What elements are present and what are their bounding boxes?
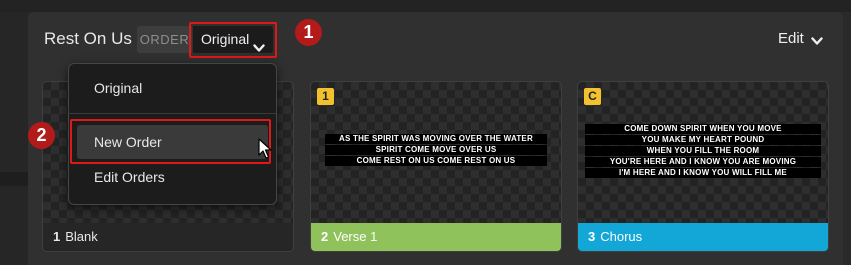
slide-tag: C [584,88,601,105]
chevron-down-icon [811,33,823,50]
slide-thumbnail-chorus[interactable]: C COME DOWN SPIRIT WHEN YOU MOVE YOU MAK… [577,81,829,252]
slide-footer: 1 Blank [43,223,293,251]
step-badge-1: 1 [295,19,322,46]
highlight-box-new-order [70,119,271,164]
lyric-line: SPIRIT COME MOVE OVER US [325,145,547,155]
left-strip-bar [0,172,28,186]
slide-thumbnail-verse-1[interactable]: 1 AS THE SPIRIT WAS MOVING OVER THE WATE… [310,81,562,252]
menu-item-edit-orders[interactable]: Edit Orders [69,162,276,192]
mouse-cursor-icon [258,138,272,165]
slide-lyrics: AS THE SPIRIT WAS MOVING OVER THE WATER … [311,134,561,167]
slide-label: Verse 1 [333,229,378,244]
order-label: ORDER [137,26,192,53]
slide-tag: 1 [317,88,334,105]
slide-number: 1 [53,229,61,244]
edit-label: Edit [778,30,804,47]
highlight-box-order [189,22,277,58]
lyric-line: YOU MAKE MY HEART POUND [585,135,821,145]
top-band [0,0,851,12]
slide-footer: 3 Chorus [578,223,828,251]
lyric-line: AS THE SPIRIT WAS MOVING OVER THE WATER [325,134,547,144]
lyric-line: YOU'RE HERE AND I KNOW YOU ARE MOVING [585,157,821,167]
slide-lyrics: COME DOWN SPIRIT WHEN YOU MOVE YOU MAKE … [578,124,828,179]
step-badge-2: 2 [28,122,55,149]
edit-button[interactable]: Edit [778,30,823,47]
lyric-line: WHEN YOU FILL THE ROOM [585,146,821,156]
lyric-line: I'M HERE AND I KNOW YOU WILL FILL ME [585,168,821,178]
slide-footer: 2 Verse 1 [311,223,561,251]
slide-number: 2 [321,229,329,244]
left-strip [0,12,28,265]
slide-number: 3 [588,229,596,244]
song-title: Rest On Us [44,29,132,48]
lyric-line: COME DOWN SPIRIT WHEN YOU MOVE [585,124,821,134]
menu-item-original[interactable]: Original [69,73,276,103]
slide-label: Chorus [600,229,643,244]
menu-separator [69,113,276,114]
slide-label: Blank [65,229,98,244]
lyric-line: COME REST ON US COME REST ON US [325,156,547,166]
